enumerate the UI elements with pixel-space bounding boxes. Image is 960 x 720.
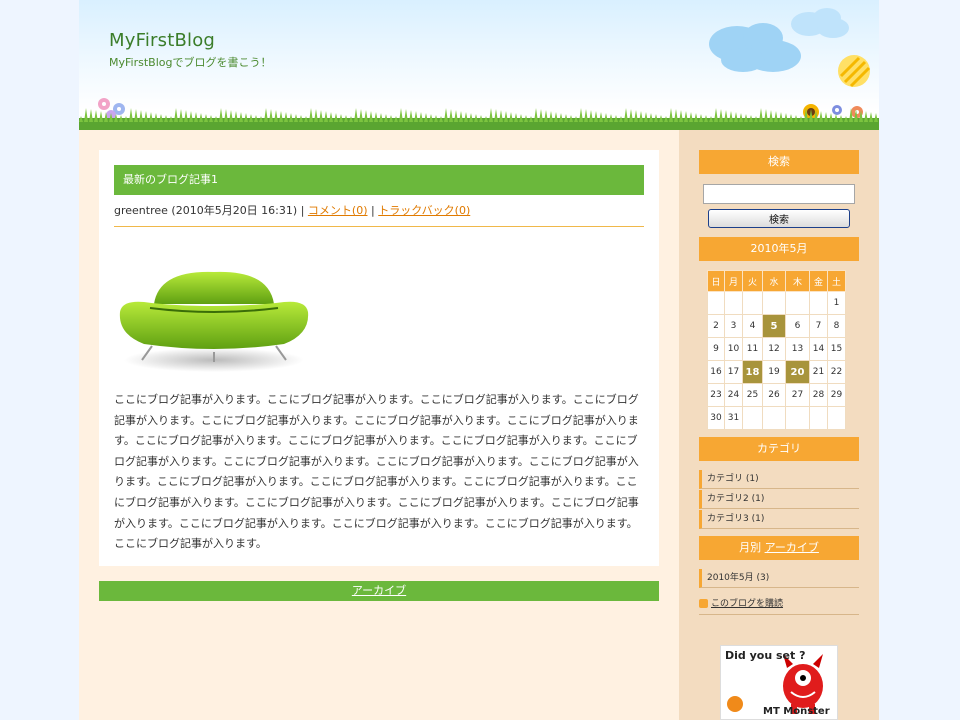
- calendar-day: 26: [762, 383, 786, 407]
- sun-icon: [838, 55, 871, 88]
- search-input[interactable]: [703, 184, 855, 204]
- calendar-day: 8: [827, 314, 846, 338]
- calendar-day: 30: [707, 406, 725, 430]
- post-author: greentree: [114, 204, 168, 217]
- calendar-day: 12: [762, 337, 786, 361]
- calendar-day: [707, 291, 725, 315]
- calendar-weekday: 月: [724, 270, 743, 292]
- meta-separator: |: [300, 204, 305, 217]
- calendar-day: 2: [707, 314, 725, 338]
- calendar-weekday: 火: [742, 270, 763, 292]
- calendar-day-with-post[interactable]: 5: [762, 314, 786, 338]
- calendar-day: 14: [809, 337, 828, 361]
- category-heading: カテゴリ: [699, 437, 859, 461]
- calendar-day: [785, 406, 810, 430]
- calendar-day: [724, 291, 743, 315]
- badge-question: Did you set ?: [725, 649, 806, 662]
- calendar-weekday: 水: [762, 270, 786, 292]
- calendar-day: 7: [809, 314, 828, 338]
- small-cloud-icon: [791, 8, 849, 38]
- calendar-weekday: 金: [809, 270, 828, 292]
- monthly-archive-link[interactable]: アーカイブ: [765, 541, 819, 554]
- post-title[interactable]: 最新のブログ記事1: [114, 165, 644, 195]
- search-button[interactable]: 検索: [708, 209, 850, 228]
- calendar-day: 15: [827, 337, 846, 361]
- archive-link[interactable]: アーカイブ: [352, 584, 406, 597]
- calendar-day: [742, 406, 763, 430]
- calendar-day: 10: [724, 337, 743, 361]
- subscribe-link[interactable]: このブログを購読: [711, 599, 783, 609]
- calendar-day: [809, 291, 828, 315]
- calendar-day: 19: [762, 360, 786, 384]
- calendar-day: 17: [724, 360, 743, 384]
- calendar-day: 3: [724, 314, 743, 338]
- calendar-day: [762, 291, 786, 315]
- blog-header: MyFirstBlog MyFirstBlogでブログを書こう！: [79, 0, 879, 130]
- sidebar: 検索 検索 2010年5月 日月火水木金土 1 2 3 4 5 6 7 8 9 10 11 12 13 1…: [679, 130, 879, 720]
- green-sofa-image: [114, 242, 314, 390]
- calendar-heading: 2010年5月: [699, 237, 859, 261]
- calendar-day: 4: [742, 314, 763, 338]
- grass-decoration: [79, 108, 879, 130]
- category-item[interactable]: カテゴリ3 (1): [699, 510, 859, 529]
- rss-feed-icon: [699, 599, 708, 608]
- calendar-weekday: 木: [785, 270, 810, 292]
- category-item[interactable]: カテゴリ2 (1): [699, 490, 859, 509]
- subscribe-row: このブログを購読: [699, 595, 859, 615]
- calendar-day: 11: [742, 337, 763, 361]
- monthly-archive-item[interactable]: 2010年5月 (3): [699, 569, 859, 588]
- calendar-day: [785, 291, 810, 315]
- category-item[interactable]: カテゴリ (1): [699, 470, 859, 489]
- mt-monster-badge[interactable]: Did you set ? MT Monster: [720, 645, 838, 720]
- calendar-day: [742, 291, 763, 315]
- calendar-day: [827, 406, 846, 430]
- monthly-heading-prefix: 月別: [739, 541, 762, 554]
- badge-name: MT Monster: [763, 706, 830, 717]
- trackback-link[interactable]: トラックバック(0): [378, 204, 470, 217]
- site-title[interactable]: MyFirstBlog: [109, 30, 215, 51]
- calendar-weekday: 土: [827, 270, 846, 292]
- archive-bar: アーカイブ: [99, 581, 659, 601]
- calendar-day: 24: [724, 383, 743, 407]
- calendar-day: 27: [785, 383, 810, 407]
- monthly-archive-heading: 月別 アーカイブ: [699, 536, 859, 560]
- calendar-day-with-post[interactable]: 20: [785, 360, 810, 384]
- calendar-day: 6: [785, 314, 810, 338]
- calendar-day: 1: [827, 291, 846, 315]
- calendar-day: 21: [809, 360, 828, 384]
- search-heading: 検索: [699, 150, 859, 174]
- calendar-day: 16: [707, 360, 725, 384]
- calendar: 日月火水木金土 1 2 3 4 5 6 7 8 9 10 11 12 13 14 15 16 17 18 19 20 2…: [707, 270, 846, 430]
- calendar-weekday: 日: [707, 270, 725, 292]
- calendar-day: [809, 406, 828, 430]
- post-body: ここにブログ記事が入ります。ここにブログ記事が入ります。ここにブログ記事が入りま…: [114, 393, 639, 551]
- calendar-day: 23: [707, 383, 725, 407]
- calendar-day-with-post[interactable]: 18: [742, 360, 763, 384]
- calendar-day: [762, 406, 786, 430]
- post-meta: greentree (2010年5月20日 16:31) | コメント(0) |…: [114, 202, 644, 227]
- comments-link[interactable]: コメント(0): [308, 204, 368, 217]
- page: MyFirstBlog MyFirstBlogでブログを書こう！ 最新のブログ記…: [79, 0, 879, 720]
- post-date: (2010年5月20日 16:31): [171, 204, 298, 217]
- site-description: MyFirstBlogでブログを書こう！: [109, 56, 272, 69]
- calendar-day: 28: [809, 383, 828, 407]
- meta-separator: |: [371, 204, 375, 217]
- calendar-day: 22: [827, 360, 846, 384]
- blog-post: 最新のブログ記事1 greentree (2010年5月20日 16:31) |…: [99, 150, 659, 566]
- calendar-day: 13: [785, 337, 810, 361]
- calendar-day: 25: [742, 383, 763, 407]
- calendar-day: 29: [827, 383, 846, 407]
- calendar-day: 9: [707, 337, 725, 361]
- calendar-day: 31: [724, 406, 743, 430]
